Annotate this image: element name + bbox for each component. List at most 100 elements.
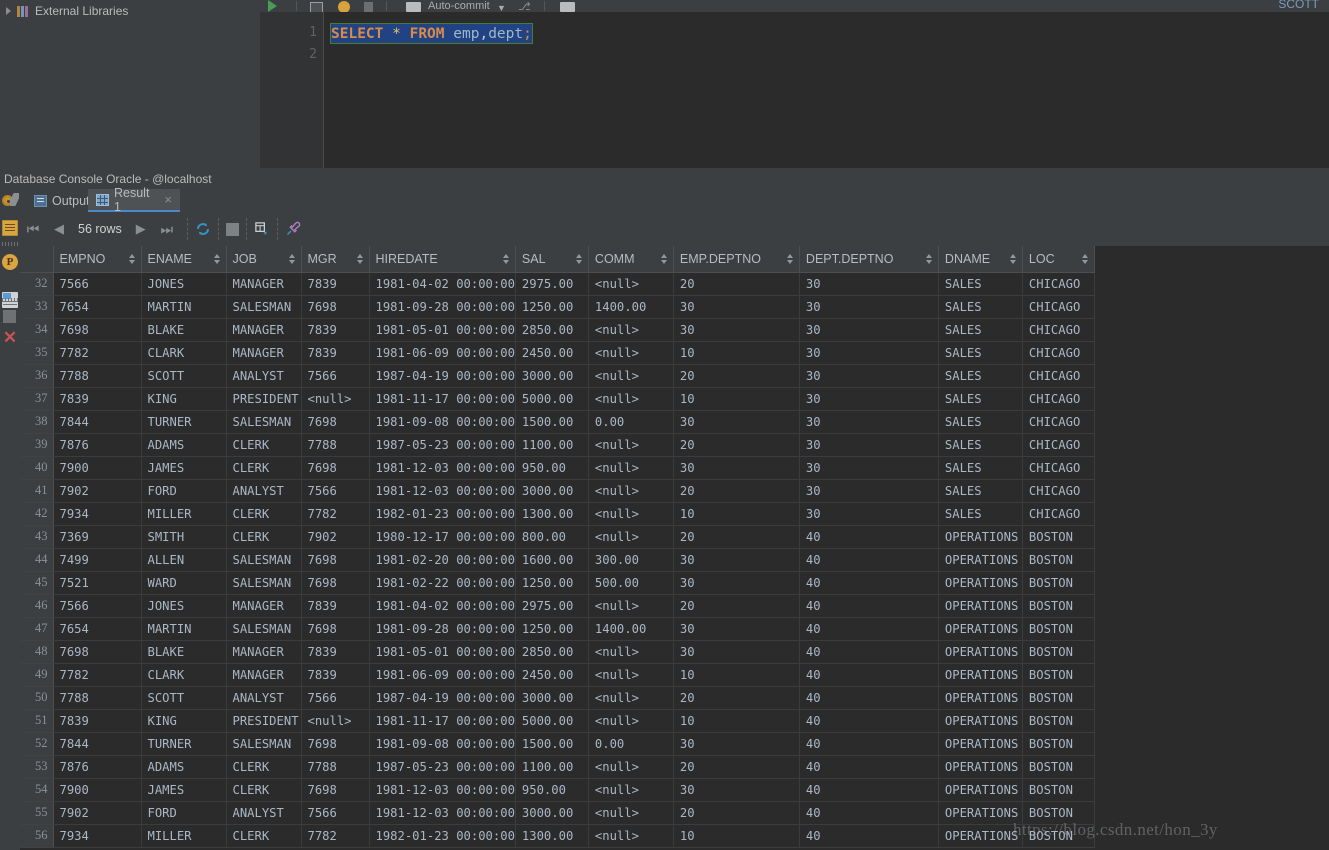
table-row[interactable]: 45 7521 WARD SALESMAN 7698 1981-02-22 00:00:0…: [20, 571, 1095, 595]
cell-ename[interactable]: MARTIN: [141, 295, 227, 319]
table-row[interactable]: 39 7876 ADAMS CLERK 7788 1987-05-23 00:00:00 1…: [20, 433, 1095, 457]
cell-ename[interactable]: KING: [141, 387, 227, 411]
cell-dept-deptno[interactable]: 30: [799, 295, 939, 319]
table-row[interactable]: 46 7566 JONES MANAGER 7839 1981-04-02 00:00:0…: [20, 594, 1095, 618]
sort-both-icon[interactable]: [356, 253, 364, 265]
table-row[interactable]: 41 7902 FORD ANALYST 7566 1981-12-03 00:00:00…: [20, 479, 1095, 503]
table-row[interactable]: 44 7499 ALLEN SALESMAN 7698 1981-02-20 00:00:…: [20, 548, 1095, 572]
cell-hiredate[interactable]: 1981-06-09 00:00:00: [369, 663, 516, 687]
cell-empno[interactable]: 7499: [53, 548, 142, 572]
row-number[interactable]: 48: [20, 640, 54, 664]
cell-loc[interactable]: CHICAGO: [1022, 502, 1095, 526]
cell-ename[interactable]: CLARK: [141, 663, 227, 687]
cell-comm[interactable]: <null>: [588, 479, 674, 503]
cell-dept-deptno[interactable]: 40: [799, 778, 939, 802]
table-row[interactable]: 51 7839 KING PRESIDENT <null> 1981-11-17 00:0…: [20, 709, 1095, 733]
row-number[interactable]: 54: [20, 778, 54, 802]
cell-comm[interactable]: <null>: [588, 456, 674, 480]
cell-mgr[interactable]: 7902: [301, 525, 370, 549]
cell-sal[interactable]: 1250.00: [515, 571, 589, 595]
cell-job[interactable]: ANALYST: [226, 479, 302, 503]
cell-dept-deptno[interactable]: 40: [799, 525, 939, 549]
table-row[interactable]: 55 7902 FORD ANALYST 7566 1981-12-03 00:00:00…: [20, 801, 1095, 825]
row-number[interactable]: 44: [20, 548, 54, 572]
cell-dname[interactable]: OPERATIONS: [938, 755, 1023, 779]
cell-ename[interactable]: SCOTT: [141, 686, 227, 710]
row-number[interactable]: 47: [20, 617, 54, 641]
cell-dname[interactable]: OPERATIONS: [938, 686, 1023, 710]
cell-dept-deptno[interactable]: 30: [799, 387, 939, 411]
cell-job[interactable]: SALESMAN: [226, 410, 302, 434]
cell-empno[interactable]: 7902: [53, 479, 142, 503]
first-page-button[interactable]: ⏮: [20, 212, 46, 246]
row-number[interactable]: 38: [20, 410, 54, 434]
cell-mgr[interactable]: 7839: [301, 640, 370, 664]
gear-wrench-icon[interactable]: [2, 193, 20, 209]
cell-mgr[interactable]: 7782: [301, 824, 370, 848]
cell-hiredate[interactable]: 1987-04-19 00:00:00: [369, 686, 516, 710]
cell-hiredate[interactable]: 1981-12-03 00:00:00: [369, 801, 516, 825]
cell-mgr[interactable]: 7698: [301, 571, 370, 595]
cell-job[interactable]: SALESMAN: [226, 732, 302, 756]
cell-ename[interactable]: FORD: [141, 479, 227, 503]
cell-sal[interactable]: 1250.00: [515, 295, 589, 319]
column-header-mgr[interactable]: MGR: [301, 246, 370, 273]
prev-page-button[interactable]: ◀: [46, 212, 72, 246]
cell-emp-deptno[interactable]: 20: [673, 755, 800, 779]
cell-sal[interactable]: 2850.00: [515, 318, 589, 342]
cell-emp-deptno[interactable]: 20: [673, 364, 800, 388]
table-row[interactable]: 56 7934 MILLER CLERK 7782 1982-01-23 00:00:00…: [20, 824, 1095, 848]
cell-mgr[interactable]: 7788: [301, 755, 370, 779]
next-page-button[interactable]: ▶: [128, 212, 154, 246]
cell-comm[interactable]: <null>: [588, 778, 674, 802]
cell-hiredate[interactable]: 1981-06-09 00:00:00: [369, 341, 516, 365]
cell-job[interactable]: SALESMAN: [226, 617, 302, 641]
cell-emp-deptno[interactable]: 30: [673, 640, 800, 664]
cell-ename[interactable]: TURNER: [141, 732, 227, 756]
cell-empno[interactable]: 7844: [53, 410, 142, 434]
sql-editor[interactable]: 1 2 SELECT * FROM emp , dept ;: [260, 12, 1329, 168]
cell-job[interactable]: MANAGER: [226, 341, 302, 365]
cell-comm[interactable]: <null>: [588, 387, 674, 411]
table-row[interactable]: 54 7900 JAMES CLERK 7698 1981-12-03 00:00:00 9…: [20, 778, 1095, 802]
cell-comm[interactable]: <null>: [588, 640, 674, 664]
sort-both-icon[interactable]: [502, 253, 510, 265]
cell-dept-deptno[interactable]: 40: [799, 732, 939, 756]
cell-ename[interactable]: BLAKE: [141, 318, 227, 342]
cell-dept-deptno[interactable]: 40: [799, 571, 939, 595]
cell-comm[interactable]: <null>: [588, 341, 674, 365]
cell-dept-deptno[interactable]: 30: [799, 502, 939, 526]
cell-sal[interactable]: 3000.00: [515, 801, 589, 825]
cell-sal[interactable]: 950.00: [515, 456, 589, 480]
cell-dname[interactable]: SALES: [938, 387, 1023, 411]
close-icon[interactable]: ✕: [2, 329, 18, 346]
cell-comm[interactable]: 1400.00: [588, 617, 674, 641]
schema-label[interactable]: SCOTT: [1278, 0, 1319, 11]
cell-ename[interactable]: ALLEN: [141, 548, 227, 572]
table-row[interactable]: 47 7654 MARTIN SALESMAN 7698 1981-09-28 00:00…: [20, 617, 1095, 641]
cell-sal[interactable]: 2975.00: [515, 272, 589, 296]
cell-loc[interactable]: CHICAGO: [1022, 456, 1095, 480]
cell-hiredate[interactable]: 1981-11-17 00:00:00: [369, 387, 516, 411]
cell-emp-deptno[interactable]: 10: [673, 387, 800, 411]
cell-comm[interactable]: 0.00: [588, 410, 674, 434]
cell-empno[interactable]: 7902: [53, 801, 142, 825]
cell-loc[interactable]: CHICAGO: [1022, 341, 1095, 365]
db-transfer-icon[interactable]: [254, 221, 270, 237]
cell-hiredate[interactable]: 1987-05-23 00:00:00: [369, 433, 516, 457]
cell-ename[interactable]: SMITH: [141, 525, 227, 549]
cell-ename[interactable]: ADAMS: [141, 433, 227, 457]
cell-hiredate[interactable]: 1981-12-03 00:00:00: [369, 778, 516, 802]
cell-emp-deptno[interactable]: 10: [673, 824, 800, 848]
cell-job[interactable]: CLERK: [226, 778, 302, 802]
cell-empno[interactable]: 7698: [53, 318, 142, 342]
refresh-icon[interactable]: [195, 221, 211, 237]
cell-dname[interactable]: SALES: [938, 341, 1023, 365]
cell-ename[interactable]: JAMES: [141, 778, 227, 802]
cell-comm[interactable]: <null>: [588, 433, 674, 457]
cell-emp-deptno[interactable]: 20: [673, 801, 800, 825]
cell-job[interactable]: ANALYST: [226, 801, 302, 825]
column-header-dname[interactable]: DNAME: [938, 246, 1023, 273]
column-header-hiredate[interactable]: HIREDATE: [369, 246, 516, 273]
cell-emp-deptno[interactable]: 10: [673, 341, 800, 365]
